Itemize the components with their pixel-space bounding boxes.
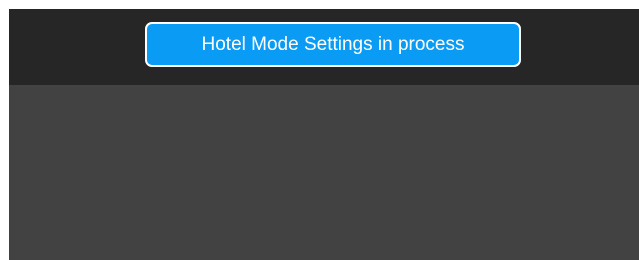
content-area xyxy=(9,85,639,260)
tv-settings-screen: Hotel Mode Settings in process xyxy=(9,9,639,260)
hotel-mode-status-banner: Hotel Mode Settings in process xyxy=(145,22,521,67)
top-bar: Hotel Mode Settings in process xyxy=(9,9,639,85)
